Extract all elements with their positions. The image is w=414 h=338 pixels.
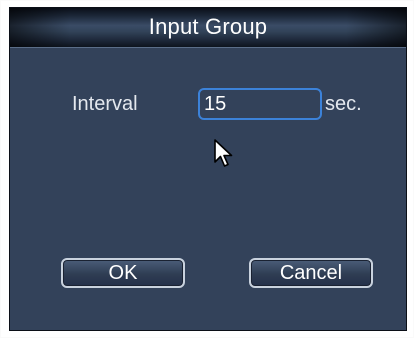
title-bar: Input Group xyxy=(10,8,406,48)
mouse-pointer-icon xyxy=(214,139,233,167)
dialog-title: Input Group xyxy=(148,14,268,39)
cancel-button[interactable]: Cancel xyxy=(249,258,373,288)
ok-button[interactable]: OK xyxy=(61,258,185,288)
interval-label: Interval xyxy=(72,93,138,115)
interval-input[interactable] xyxy=(198,88,322,120)
input-group-dialog: Input Group Interval sec. OK Cancel xyxy=(9,7,407,331)
screen-frame: Input Group Interval sec. OK Cancel xyxy=(0,0,414,338)
interval-unit-label: sec. xyxy=(325,93,362,115)
